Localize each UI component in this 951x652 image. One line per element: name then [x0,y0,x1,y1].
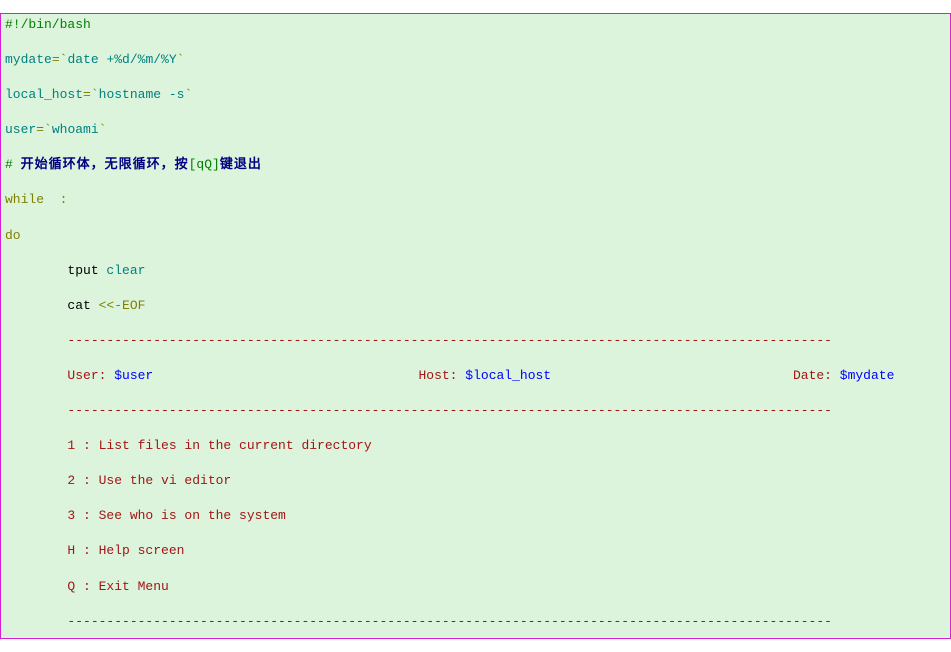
divider: ----------------------------------------… [5,614,832,629]
divider: ----------------------------------------… [5,333,832,348]
menu-item-q: Q : Exit Menu [5,579,169,594]
menu-item-h: H : Help screen [5,543,184,558]
shebang: #!/bin/bash [5,17,91,32]
while: while : [5,192,67,207]
code-block: #!/bin/bash mydate=`date +%d/%m/%Y` loca… [0,13,951,639]
do: do [5,228,21,243]
divider: ----------------------------------------… [5,403,832,418]
var-localhost: local_host [5,87,83,102]
menu-item-3: 3 : See who is on the system [5,508,286,523]
var-mydate: mydate [5,52,52,67]
var-user: user [5,122,36,137]
menu-item-2: 2 : Use the vi editor [5,473,231,488]
menu-item-1: 1 : List files in the current directory [5,438,372,453]
